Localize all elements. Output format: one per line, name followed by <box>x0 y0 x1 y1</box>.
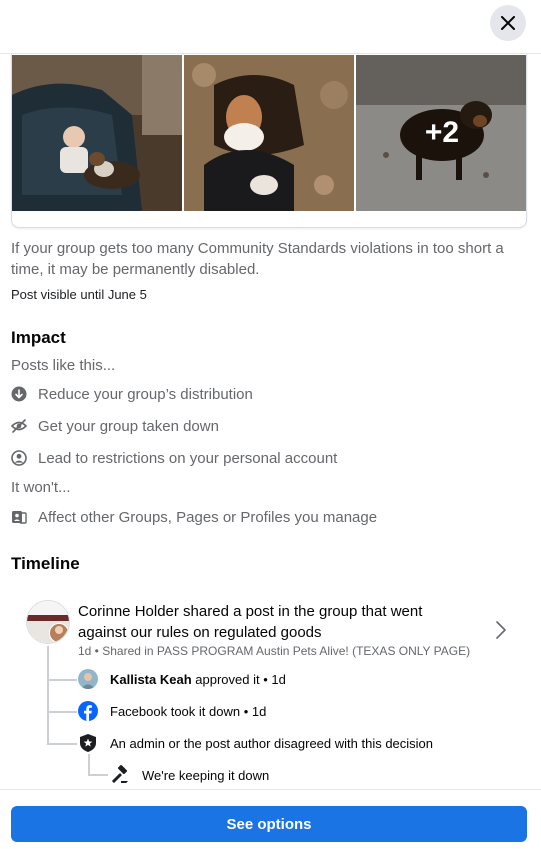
dialog-header <box>0 0 541 54</box>
step-action-text: We're keeping it down <box>142 767 270 783</box>
pages-icon <box>11 509 27 525</box>
shield-star-icon <box>78 733 98 753</box>
close-button[interactable] <box>490 5 526 41</box>
step-action-text: An admin or the post author disagreed wi… <box>110 735 434 751</box>
impact-item-reduce-distribution: Reduce your group’s distribution <box>11 383 253 405</box>
timeline-step-approved: Kallista Keah approved it • 1d <box>78 668 286 690</box>
gavel-icon <box>110 765 130 785</box>
impact-item-label: Affect other Groups, Pages or Profiles y… <box>38 508 378 526</box>
impact-item-account-restrictions: Lead to restrictions on your personal ac… <box>11 447 337 469</box>
timeline-step-keeping-down: We're keeping it down <box>110 764 269 786</box>
impact-item-other-pages: Affect other Groups, Pages or Profiles y… <box>11 506 377 528</box>
it-wont-label: It won't... <box>11 479 71 496</box>
step-action-text: Facebook took it down • 1d <box>110 703 267 719</box>
eye-slash-icon <box>11 418 27 434</box>
group-avatar[interactable] <box>26 600 70 644</box>
post-photo-2[interactable] <box>184 55 354 211</box>
timeline-connector <box>47 646 49 744</box>
timeline-connector <box>88 754 90 774</box>
timeline-step-disagreed: An admin or the post author disagreed wi… <box>78 732 433 754</box>
timeline-step-taken-down: Facebook took it down • 1d <box>78 700 266 722</box>
impact-item-label: Lead to restrictions on your personal ac… <box>38 449 338 467</box>
timeline-main-text: Corinne Holder shared a post in the grou… <box>78 603 423 641</box>
more-photos-overlay[interactable]: +2 <box>356 55 526 211</box>
timeline-connector <box>47 711 77 713</box>
post-visible-until: Post visible until June 5 <box>11 287 147 302</box>
post-photo-card[interactable]: +2 <box>11 42 527 228</box>
impact-item-label: Get your group taken down <box>38 417 219 435</box>
chevron-right-icon[interactable] <box>491 619 511 641</box>
timeline-title: Timeline <box>11 554 80 573</box>
violation-warning-text: If your group gets too many Community St… <box>11 240 504 278</box>
arrow-down-circle-icon <box>11 386 27 402</box>
impact-item-group-taken-down: Get your group taken down <box>11 415 219 437</box>
user-name[interactable]: Kallista Keah <box>110 672 192 687</box>
dialog-footer: See options <box>0 789 541 849</box>
impact-item-label: Reduce your group’s distribution <box>38 385 253 403</box>
post-photo-1[interactable] <box>12 55 182 211</box>
person-circle-icon <box>11 450 27 466</box>
close-icon <box>501 16 515 30</box>
step-action-text: approved it • 1d <box>191 671 286 687</box>
posts-like-this-label: Posts like this... <box>11 357 116 374</box>
timeline-meta: 1d • Shared in PASS PROGRAM Austin Pets … <box>78 644 471 658</box>
timeline-step-text: Kallista Keah approved it • 1d <box>110 672 286 687</box>
timeline-connector <box>88 774 108 776</box>
impact-title: Impact <box>11 328 66 347</box>
facebook-logo-icon <box>78 701 98 721</box>
see-options-button[interactable]: See options <box>11 806 527 842</box>
timeline-connector <box>47 679 77 681</box>
user-avatar[interactable] <box>78 669 98 689</box>
post-photo-3[interactable]: +2 <box>356 55 526 211</box>
timeline-connector <box>47 743 77 745</box>
